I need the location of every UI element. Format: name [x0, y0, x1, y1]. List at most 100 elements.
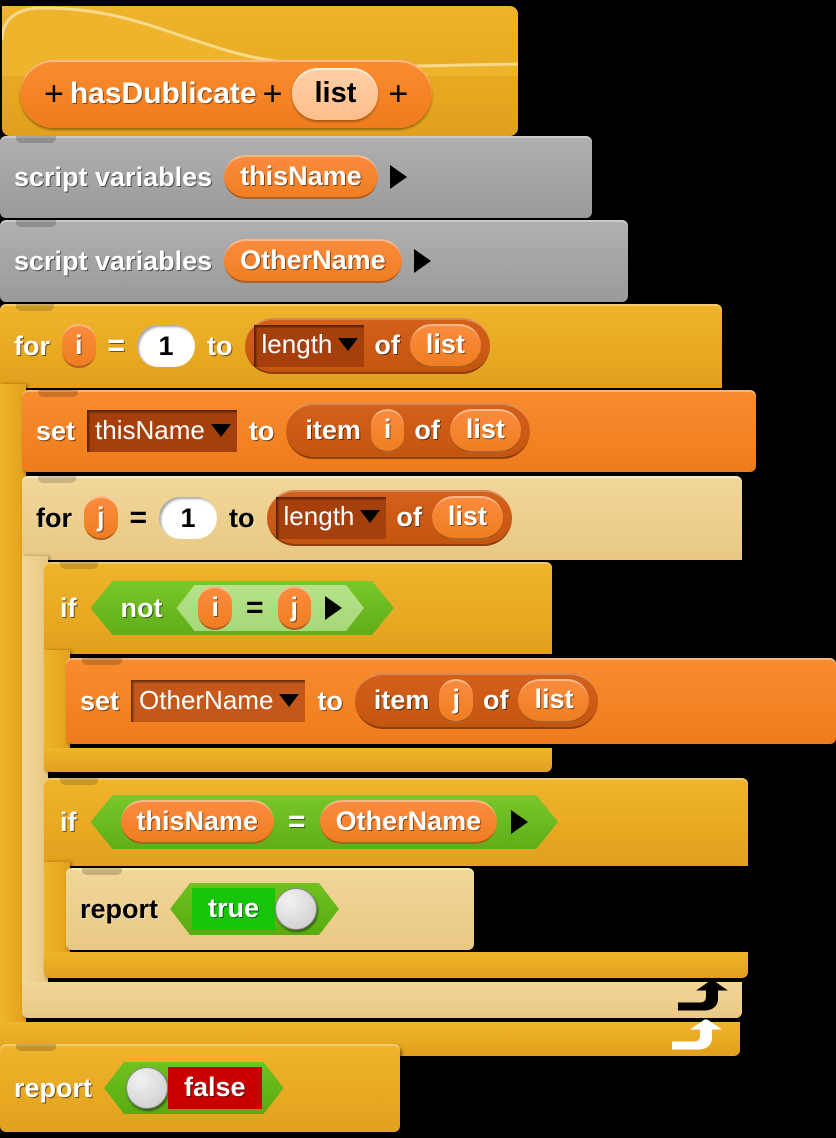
set-othername-to-label: to [317, 688, 342, 715]
if-keyword-1: if [60, 595, 77, 622]
set-thisname-to-label: to [249, 418, 274, 445]
not-label: not [121, 595, 163, 622]
list-variable-outer[interactable]: list [410, 324, 481, 368]
item-label-i: item [305, 417, 361, 444]
report-true-block[interactable]: report true [66, 868, 474, 950]
if-block-2-foot [44, 952, 748, 978]
chevron-down-icon-inner[interactable] [360, 510, 380, 523]
for-loop-outer[interactable]: for i = 1 to length of list [0, 304, 740, 388]
set-thisname-block[interactable]: set thisName to item i of list [22, 390, 756, 472]
equals-predicate-names[interactable]: thisName = OtherName [91, 795, 559, 849]
equals-left-thisname[interactable]: thisName [121, 800, 275, 844]
item-label-j: item [374, 687, 430, 714]
not-predicate[interactable]: not i = j [91, 581, 395, 635]
length-of-list-reporter-outer[interactable]: length of list [245, 318, 490, 374]
if-block-not-equal-header[interactable]: if not i = j [44, 562, 552, 654]
boolean-false-body: false [122, 1068, 266, 1108]
expand-arrow-icon-equals-names[interactable] [511, 810, 528, 834]
for-inner-start-input[interactable]: 1 [159, 497, 217, 539]
add-param-plus-icon-right[interactable]: + [382, 77, 414, 111]
script-variables-block-2[interactable]: script variables OtherName [0, 220, 628, 302]
length-dropdown-value-outer: length [262, 329, 333, 360]
toggle-knob-icon-false[interactable] [126, 1067, 168, 1109]
set-othername-keyword: set [80, 688, 119, 715]
boolean-true-body: true [188, 889, 321, 929]
prototype-block[interactable]: + hasDublicate + list + [20, 60, 432, 128]
if-block-names-equal-header[interactable]: if thisName = OtherName [44, 778, 748, 866]
length-dropdown-value-inner: length [284, 501, 355, 532]
chevron-down-icon-othername[interactable] [279, 694, 299, 707]
set-thisname-keyword: set [36, 418, 75, 445]
item-of-list-reporter-i[interactable]: item i of list [286, 403, 530, 459]
item-index-j[interactable]: j [439, 679, 473, 723]
expand-arrow-icon-1[interactable] [390, 165, 407, 189]
item-of-list-reporter-j[interactable]: item j of list [355, 673, 599, 729]
script-variables-block-1[interactable]: script variables thisName [0, 136, 592, 218]
for-inner-header[interactable]: for j = 1 to length of list [22, 476, 742, 560]
add-param-plus-icon-mid[interactable]: + [257, 77, 289, 111]
for-inner-foot [22, 982, 742, 1018]
for-outer-keyword: for [14, 333, 50, 360]
equals-predicate-ij[interactable]: i = j [176, 585, 364, 631]
variable-thisname[interactable]: thisName [224, 155, 378, 199]
for-inner-keyword: for [36, 505, 72, 532]
list-variable-inner[interactable]: list [432, 496, 503, 540]
if-keyword-2: if [60, 809, 77, 836]
length-of-list-reporter-inner[interactable]: length of list [267, 490, 512, 546]
loop-arrow-icon-inner [674, 980, 730, 1021]
block-name-label[interactable]: hasDublicate [70, 77, 257, 111]
notch-icon-if1 [60, 562, 98, 569]
notch-icon-if2 [60, 778, 98, 785]
length-dropdown-inner[interactable]: length [276, 497, 387, 539]
equals-left-i[interactable]: i [198, 586, 232, 630]
for-outer-header[interactable]: for i = 1 to length of list [0, 304, 722, 388]
prototype-parameter-list[interactable]: list [292, 68, 378, 120]
equals-sign-ij: = [246, 591, 264, 625]
chevron-down-icon-thisname[interactable] [211, 424, 231, 437]
of-label-j: of [483, 687, 508, 714]
length-dropdown-outer[interactable]: length [254, 325, 365, 367]
report-true-keyword: report [80, 896, 158, 923]
item-index-i[interactable]: i [371, 409, 405, 453]
set-othername-target-dropdown[interactable]: OtherName [131, 680, 305, 722]
add-param-plus-icon-left[interactable]: + [38, 77, 70, 111]
of-label-inner: of [396, 504, 421, 531]
if-block-1-foot [44, 748, 552, 772]
variable-othername[interactable]: OtherName [224, 239, 402, 283]
set-thisname-target-dropdown[interactable]: thisName [87, 410, 237, 452]
snap-script-canvas: + hasDublicate + list + script variables… [0, 0, 836, 1138]
script-variables-label-2: script variables [14, 248, 212, 275]
notch-icon-inner-for [38, 476, 76, 483]
for-outer-equals: = [108, 329, 126, 363]
equals-sign-names: = [288, 805, 306, 839]
expand-arrow-icon-equals-ij[interactable] [325, 596, 342, 620]
for-inner-loop-variable[interactable]: j [84, 496, 118, 540]
report-false-keyword: report [14, 1075, 92, 1102]
toggle-knob-icon-true[interactable] [275, 888, 317, 930]
loop-arrow-icon-outer [668, 1020, 724, 1059]
boolean-literal-true[interactable]: true [170, 883, 339, 935]
of-label-i: of [414, 417, 439, 444]
equals-right-othername[interactable]: OtherName [320, 800, 498, 844]
script-variables-label-1: script variables [14, 164, 212, 191]
report-false-block[interactable]: report false [0, 1044, 400, 1132]
boolean-literal-false[interactable]: false [104, 1062, 284, 1114]
equals-right-j[interactable]: j [278, 586, 312, 630]
set-othername-target-value: OtherName [139, 685, 273, 716]
set-othername-block[interactable]: set OtherName to item j of list [66, 658, 836, 744]
boolean-true-label: true [192, 888, 275, 930]
chevron-down-icon-outer[interactable] [338, 338, 358, 351]
of-label-outer: of [374, 332, 399, 359]
for-outer-to-label: to [207, 333, 232, 360]
item-list-variable-j[interactable]: list [518, 679, 589, 723]
boolean-false-label: false [168, 1067, 262, 1109]
expand-arrow-icon-2[interactable] [414, 249, 431, 273]
for-inner-equals: = [130, 501, 148, 535]
for-inner-to-label: to [229, 505, 254, 532]
item-list-variable-i[interactable]: list [450, 409, 521, 453]
for-outer-start-input[interactable]: 1 [137, 325, 195, 367]
notch-icon [16, 304, 54, 311]
set-thisname-target-value: thisName [95, 415, 205, 446]
define-hat-block[interactable]: + hasDublicate + list + [2, 6, 518, 136]
for-outer-loop-variable[interactable]: i [62, 324, 96, 368]
